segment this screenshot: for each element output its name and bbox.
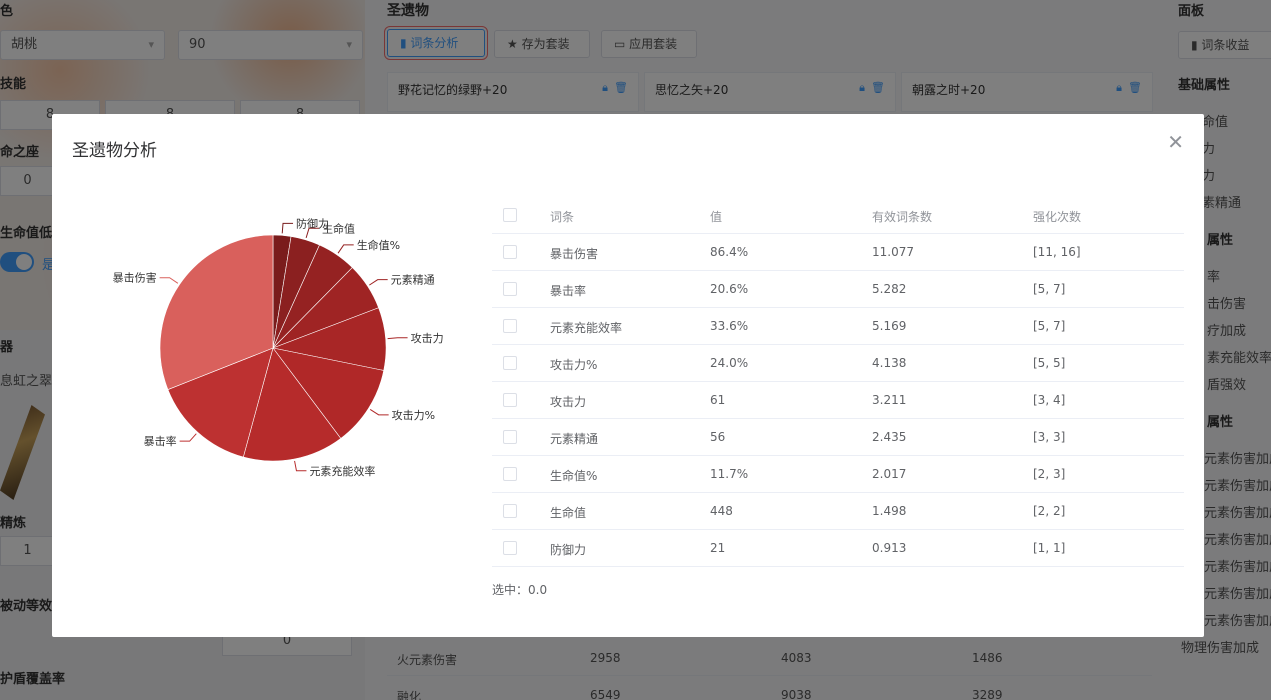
cell-substat: 攻击力 (550, 395, 587, 409)
cell-value: 21 (710, 541, 726, 555)
header-substat: 词条 (550, 210, 575, 224)
row-checkbox[interactable] (503, 356, 517, 370)
cell-upgrade-count: [5, 7] (1033, 319, 1066, 333)
cell-upgrade-count: [2, 3] (1033, 467, 1066, 481)
cell-substat: 生命值% (550, 469, 598, 483)
cell-value: 33.6% (710, 319, 749, 333)
pie-label: 暴击伤害 (113, 271, 157, 285)
header-upgrade-count: 强化次数 (1033, 210, 1082, 224)
pie-label: 生命值 (322, 221, 355, 235)
table-row[interactable]: 攻击力 61 3.211 [3, 4] (492, 382, 1184, 419)
row-checkbox[interactable] (503, 430, 517, 444)
cell-effective-count: 0.913 (872, 541, 907, 555)
cell-substat: 暴击率 (550, 284, 587, 298)
row-checkbox[interactable] (503, 467, 517, 481)
table-row[interactable]: 防御力 21 0.913 [1, 1] (492, 530, 1184, 567)
cell-value: 56 (710, 430, 726, 444)
cell-effective-count: 2.435 (872, 430, 907, 444)
pie-label-line (337, 244, 354, 254)
header-value: 值 (710, 210, 723, 224)
select-all-checkbox[interactable] (503, 208, 517, 222)
cell-upgrade-count: [1, 1] (1033, 541, 1066, 555)
pie-label-line (159, 277, 179, 284)
cell-effective-count: 1.498 (872, 504, 907, 518)
cell-upgrade-count: [3, 4] (1033, 393, 1066, 407)
pie-label-line (294, 460, 307, 472)
table-row[interactable]: 暴击率 20.6% 5.282 [5, 7] (492, 271, 1184, 308)
cell-upgrade-count: [11, 16] (1033, 245, 1081, 259)
cell-upgrade-count: [2, 2] (1033, 504, 1066, 518)
cell-upgrade-count: [3, 3] (1033, 430, 1066, 444)
pie-label: 暴击率 (144, 434, 177, 448)
pie-label: 攻击力% (392, 408, 435, 422)
cell-effective-count: 2.017 (872, 467, 907, 481)
cell-effective-count: 5.282 (872, 282, 907, 296)
table-header: 词条 值 有效词条数 强化次数 (492, 197, 1184, 234)
cell-value: 11.7% (710, 467, 749, 481)
row-checkbox[interactable] (503, 319, 517, 333)
pie-label: 生命值% (357, 238, 400, 252)
pie-label-line (179, 433, 197, 442)
selected-summary: 选中：0.0 (492, 583, 548, 597)
cell-effective-count: 3.211 (872, 393, 907, 407)
cell-upgrade-count: [5, 5] (1033, 356, 1066, 370)
close-icon[interactable]: ✕ (1167, 130, 1184, 154)
artifact-analysis-dialog: 圣遗物分析 ✕ 防御力 生命值 生命值% 元素精通 攻击力 攻击力% 元素充能效率 暴击率 暴击… (52, 114, 1204, 637)
substat-table: 词条 值 有效词条数 强化次数 暴击伤害 86.4% 11.077 [11, 16] 暴… (492, 197, 1184, 567)
pie-label: 元素充能效率 (309, 464, 375, 478)
pie-label-line (281, 222, 294, 234)
row-checkbox[interactable] (503, 504, 517, 518)
cell-value: 24.0% (710, 356, 749, 370)
cell-value: 448 (710, 504, 733, 518)
pie-label-line (387, 337, 408, 340)
row-checkbox[interactable] (503, 245, 517, 259)
table-row[interactable]: 暴击伤害 86.4% 11.077 [11, 16] (492, 234, 1184, 271)
cell-substat: 攻击力% (550, 358, 598, 372)
table-row[interactable]: 生命值% 11.7% 2.017 [2, 3] (492, 456, 1184, 493)
cell-effective-count: 4.138 (872, 356, 907, 370)
table-row[interactable]: 元素充能效率 33.6% 5.169 [5, 7] (492, 308, 1184, 345)
cell-substat: 防御力 (550, 543, 587, 557)
table-row[interactable]: 元素精通 56 2.435 [3, 3] (492, 419, 1184, 456)
row-checkbox[interactable] (503, 393, 517, 407)
row-checkbox[interactable] (503, 541, 517, 555)
pie-label: 攻击力 (411, 331, 444, 345)
cell-value: 20.6% (710, 282, 749, 296)
substat-pie-chart: 防御力 生命值 生命值% 元素精通 攻击力 攻击力% 元素充能效率 暴击率 暴击伤害 (52, 184, 482, 514)
cell-effective-count: 5.169 (872, 319, 907, 333)
cell-substat: 元素充能效率 (550, 321, 623, 335)
table-row[interactable]: 攻击力% 24.0% 4.138 [5, 5] (492, 345, 1184, 382)
cell-effective-count: 11.077 (872, 245, 914, 259)
cell-value: 61 (710, 393, 726, 407)
pie-label-line (369, 279, 388, 286)
cell-substat: 暴击伤害 (550, 247, 599, 261)
header-effective-count: 有效词条数 (872, 210, 933, 224)
pie-chart-svg: 防御力生命值生命值%元素精通攻击力攻击力%元素充能效率暴击率暴击伤害 (113, 216, 444, 478)
cell-upgrade-count: [5, 7] (1033, 282, 1066, 296)
cell-value: 86.4% (710, 245, 749, 259)
pie-label: 元素精通 (391, 274, 435, 287)
cell-substat: 生命值 (550, 506, 587, 520)
cell-substat: 元素精通 (550, 432, 599, 446)
table-row[interactable]: 生命值 448 1.498 [2, 2] (492, 493, 1184, 530)
pie-label-line (369, 409, 389, 416)
row-checkbox[interactable] (503, 282, 517, 296)
dialog-title: 圣遗物分析 (72, 141, 157, 161)
